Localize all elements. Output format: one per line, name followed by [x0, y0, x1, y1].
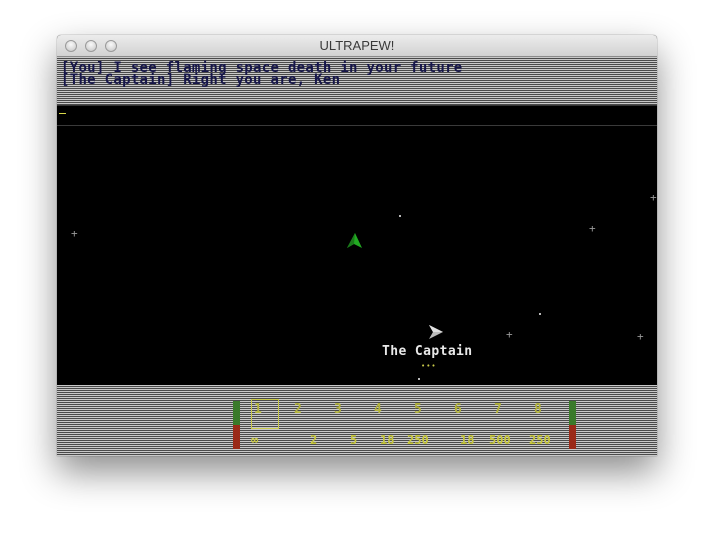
- ammo-count: ∞: [251, 433, 259, 447]
- chat-line: [The Captain] Right you are, Ken: [61, 72, 341, 88]
- play-field[interactable]: + + + + + The Captain •••: [57, 126, 657, 385]
- weapon-slot-3[interactable]: 3: [334, 402, 342, 417]
- star: [539, 313, 541, 315]
- star: +: [637, 330, 644, 343]
- ammo-count: 18: [380, 433, 395, 447]
- ammo-count: 500: [489, 433, 511, 447]
- star: +: [506, 328, 513, 341]
- weapon-slot-8[interactable]: 8: [534, 402, 542, 417]
- weapon-slot-5[interactable]: 5: [414, 402, 422, 417]
- other-ship-health: •••: [421, 362, 437, 370]
- shield-hull-bar-right: [569, 401, 576, 449]
- ammo-count: 250: [529, 433, 551, 447]
- chat-log: [You] I see flaming space death in your …: [57, 57, 657, 105]
- star: [418, 378, 420, 380]
- weapon-slot-4[interactable]: 4: [374, 402, 382, 417]
- weapon-slot-6[interactable]: 6: [454, 402, 462, 417]
- ammo-count: 2: [310, 433, 318, 447]
- weapon-slot-2[interactable]: 2: [294, 402, 302, 417]
- ammo-count: 250: [407, 433, 429, 447]
- star: +: [71, 227, 78, 240]
- weapon-slot-1[interactable]: 1: [254, 402, 262, 417]
- star: +: [589, 222, 596, 235]
- text-cursor: [59, 113, 66, 114]
- title-bar: ULTRAPEW!: [57, 35, 657, 57]
- window-title: ULTRAPEW!: [319, 38, 395, 53]
- ammo-count: 5: [350, 433, 358, 447]
- game-window: ULTRAPEW! [You] I see flaming space deat…: [57, 35, 657, 456]
- ammo-count: 18: [460, 433, 475, 447]
- weapon-slot-7[interactable]: 7: [494, 402, 502, 417]
- shield-hull-bar-left: [233, 401, 240, 449]
- player-ship: [347, 233, 362, 248]
- other-ship: [429, 325, 443, 339]
- star: [399, 215, 401, 217]
- star: +: [650, 191, 657, 204]
- hud-panel: 1 2 3 4 5 6 7 8 ∞ 2 5 18 250 18 500 250: [57, 385, 657, 456]
- other-ship-name: The Captain: [382, 344, 473, 359]
- chat-input[interactable]: [57, 105, 657, 126]
